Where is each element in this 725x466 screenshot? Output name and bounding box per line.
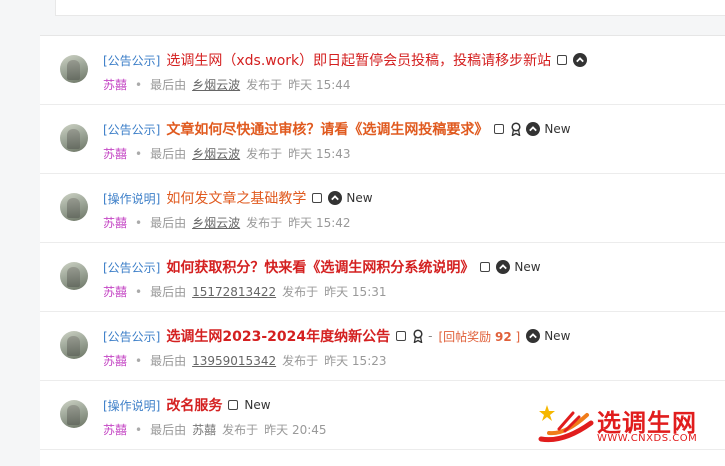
separator-dash: - — [428, 329, 433, 343]
last-by-label: 最后由 — [150, 354, 187, 368]
last-reply-user[interactable]: 苏囍 — [192, 421, 216, 438]
last-reply-user[interactable]: 15172813422 — [192, 285, 276, 299]
last-by-label: 最后由 — [150, 423, 187, 437]
previous-section-card — [55, 0, 725, 16]
thread-time: 昨天 15:31 — [324, 285, 387, 299]
avatar[interactable] — [60, 262, 88, 290]
pinned-up-icon — [496, 260, 511, 274]
reward-close: ] — [515, 329, 521, 344]
thread-author[interactable]: 苏囍 — [103, 214, 127, 231]
separator-dot: • — [135, 353, 143, 368]
separator-dot: • — [135, 422, 143, 437]
select-checkbox[interactable] — [557, 55, 568, 65]
thread-list: [公告公示] 选调生网（xds.work）即日起暂停会员投稿，投稿请移步新站 苏… — [40, 35, 725, 466]
last-reply-user[interactable]: 乡烟云波 — [192, 76, 240, 93]
last-reply-user[interactable]: 乡烟云波 — [192, 214, 240, 231]
thread-category[interactable]: [公告公示] — [103, 121, 160, 138]
thread-time: 昨天 15:42 — [288, 216, 351, 230]
select-checkbox[interactable] — [228, 400, 239, 410]
thread-time: 昨天 15:43 — [288, 147, 351, 161]
last-reply-user[interactable]: 13959015342 — [192, 354, 276, 368]
pinned-up-icon — [526, 329, 541, 343]
new-badge: New — [544, 329, 571, 343]
thread-author[interactable]: 苏囍 — [103, 283, 127, 300]
thread-time: 昨天 20:45 — [264, 423, 327, 437]
avatar[interactable] — [60, 400, 88, 428]
watermark-logo-icon — [538, 405, 594, 443]
thread-time: 昨天 15:23 — [324, 354, 387, 368]
avatar[interactable] — [60, 55, 88, 83]
published-label: 发布于 — [246, 78, 283, 92]
select-checkbox[interactable] — [396, 331, 407, 341]
separator-dot: • — [135, 284, 143, 299]
thread-category[interactable]: [操作说明] — [103, 190, 160, 207]
thread-author[interactable]: 苏囍 — [103, 145, 127, 162]
select-checkbox[interactable] — [480, 262, 491, 272]
last-by-label: 最后由 — [150, 216, 187, 230]
new-badge: New — [544, 122, 571, 136]
thread-row[interactable]: [公告公示] 如何获取积分？快来看《选调生网积分系统说明》 New 苏囍 • 最… — [40, 243, 725, 312]
thread-title-link[interactable]: 选调生网2023-2024年度纳新公告 — [166, 326, 390, 346]
thread-row[interactable]: [公告公示] 选调生网（xds.work）即日起暂停会员投稿，投稿请移步新站 苏… — [40, 36, 725, 105]
award-icon — [413, 329, 423, 343]
thread-category[interactable]: [公告公示] — [103, 328, 160, 345]
separator-dot: • — [135, 77, 143, 92]
thread-time: 昨天 15:44 — [288, 78, 351, 92]
thread-row[interactable]: [公告公示] 选调生网2023-2024年度纳新公告 - [回帖奖励 92 ] … — [40, 312, 725, 381]
watermark-url: WWW.CNXDS.COM — [597, 433, 698, 444]
avatar[interactable] — [60, 193, 88, 221]
thread-row[interactable]: [公告公示] 文章如何尽快通过审核？请看《选调生网投稿要求》 New 苏囍 • … — [40, 105, 725, 174]
thread-row[interactable]: [操作说明] 如何发文章之基础教学 New 苏囍 • 最后由 乡烟云波 发布于 … — [40, 174, 725, 243]
thread-author[interactable]: 苏囍 — [103, 76, 127, 93]
site-watermark: 选调生网 WWW.CNXDS.COM — [535, 403, 715, 447]
thread-author[interactable]: 苏囍 — [103, 421, 127, 438]
new-badge: New — [244, 398, 271, 412]
published-label: 发布于 — [246, 147, 283, 161]
pinned-up-icon — [328, 191, 343, 205]
select-checkbox[interactable] — [494, 124, 505, 134]
published-label: 发布于 — [246, 216, 283, 230]
thread-category[interactable]: [操作说明] — [103, 397, 160, 414]
last-by-label: 最后由 — [150, 147, 187, 161]
published-label: 发布于 — [282, 285, 319, 299]
separator-dot: • — [135, 215, 143, 230]
pinned-up-icon — [573, 53, 588, 67]
published-label: 发布于 — [282, 354, 319, 368]
thread-title-link[interactable]: 文章如何尽快通过审核？请看《选调生网投稿要求》 — [166, 119, 488, 139]
pinned-up-icon — [526, 122, 541, 136]
select-checkbox[interactable] — [312, 193, 323, 203]
reply-reward-badge: [回帖奖励 92 ] — [438, 328, 520, 345]
award-icon — [511, 122, 521, 136]
thread-category[interactable]: [公告公示] — [103, 52, 160, 69]
avatar[interactable] — [60, 331, 88, 359]
thread-title-link[interactable]: 如何获取积分？快来看《选调生网积分系统说明》 — [166, 257, 474, 277]
separator-dot: • — [135, 146, 143, 161]
last-reply-user[interactable]: 乡烟云波 — [192, 145, 240, 162]
last-by-label: 最后由 — [150, 78, 187, 92]
thread-title-link[interactable]: 选调生网（xds.work）即日起暂停会员投稿，投稿请移步新站 — [166, 50, 551, 70]
published-label: 发布于 — [222, 423, 259, 437]
thread-author[interactable]: 苏囍 — [103, 352, 127, 369]
thread-title-link[interactable]: 如何发文章之基础教学 — [166, 188, 306, 208]
thread-category[interactable]: [公告公示] — [103, 259, 160, 276]
reward-value: 92 — [494, 329, 512, 344]
new-badge: New — [514, 260, 541, 274]
thread-title-link[interactable]: 改名服务 — [166, 395, 222, 415]
avatar[interactable] — [60, 124, 88, 152]
last-by-label: 最后由 — [150, 285, 187, 299]
reward-label: [回帖奖励 — [438, 329, 492, 344]
new-badge: New — [346, 191, 373, 205]
